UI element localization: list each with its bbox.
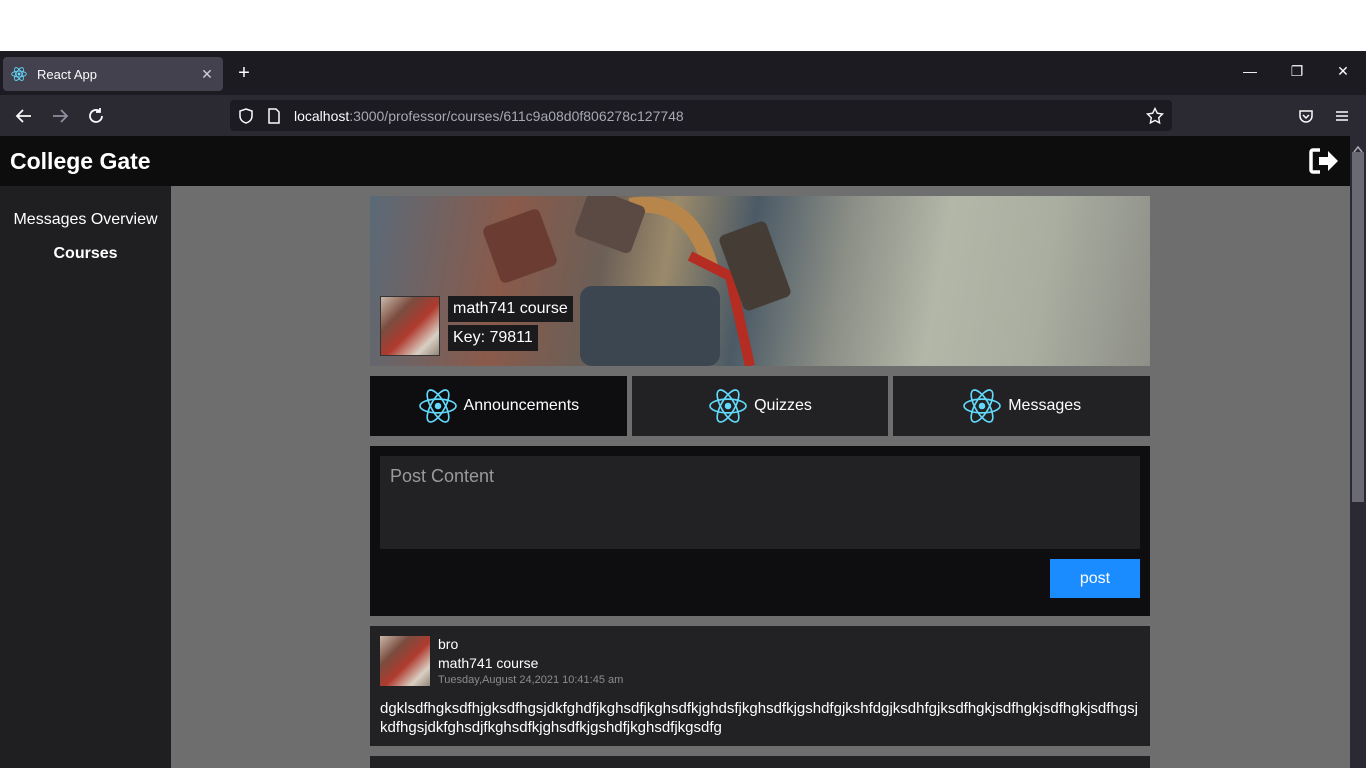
react-icon bbox=[11, 66, 27, 82]
react-icon bbox=[708, 388, 748, 424]
restore-icon[interactable]: ❐ bbox=[1287, 63, 1307, 80]
page-icon[interactable] bbox=[266, 107, 282, 124]
back-arrow-icon[interactable] bbox=[13, 105, 35, 127]
tab-label: Quizzes bbox=[754, 397, 812, 414]
close-icon[interactable]: ✕ bbox=[199, 66, 215, 83]
sidebar-item-courses[interactable]: Courses bbox=[0, 237, 171, 271]
page-scrollbar[interactable] bbox=[1350, 136, 1366, 768]
browser-nav-bar: localhost:3000/professor/courses/611c9a0… bbox=[0, 95, 1366, 136]
minimize-icon[interactable]: — bbox=[1240, 63, 1260, 79]
course-banner-image: math741 course Key: 79811 bbox=[370, 196, 1150, 366]
tab-messages[interactable]: Messages bbox=[893, 376, 1151, 436]
url-host: localhost bbox=[294, 107, 350, 124]
reload-icon[interactable] bbox=[85, 105, 107, 127]
app-header: College Gate bbox=[0, 136, 1350, 186]
course-key: Key: 79811 bbox=[448, 325, 538, 351]
course-name: math741 course bbox=[448, 296, 573, 322]
window-close-icon[interactable]: ✕ bbox=[1333, 63, 1353, 80]
url-bar[interactable]: localhost:3000/professor/courses/611c9a0… bbox=[230, 100, 1172, 131]
post-body: dgklsdfhgksdfhjgksdfhgsjdkfghdfjkghsdfjk… bbox=[380, 700, 1138, 736]
logout-icon[interactable] bbox=[1308, 147, 1340, 175]
post-composer: post bbox=[370, 446, 1150, 616]
forward-arrow-icon[interactable] bbox=[49, 105, 71, 127]
sidebar-item-messages-overview[interactable]: Messages Overview bbox=[0, 203, 171, 237]
main-content: math741 course Key: 79811 Announcements … bbox=[171, 186, 1350, 768]
avatar bbox=[380, 636, 430, 686]
top-blank-area bbox=[0, 0, 1366, 51]
browser-tab-bar: React App ✕ + — ❐ ✕ bbox=[0, 51, 1366, 95]
bookmark-star-icon[interactable] bbox=[1146, 106, 1164, 125]
scroll-up-icon[interactable] bbox=[1353, 140, 1363, 153]
react-icon bbox=[418, 388, 458, 424]
tab-label: Announcements bbox=[463, 397, 580, 414]
post-author: bro bbox=[438, 636, 459, 652]
react-icon bbox=[962, 388, 1002, 424]
tab-label: Messages bbox=[1008, 397, 1082, 414]
shield-icon[interactable] bbox=[238, 107, 254, 124]
browser-tab[interactable]: React App ✕ bbox=[3, 57, 223, 91]
menu-icon[interactable] bbox=[1331, 105, 1353, 127]
new-tab-button[interactable]: + bbox=[234, 63, 254, 83]
pocket-icon[interactable] bbox=[1295, 105, 1317, 127]
tab-announcements[interactable]: Announcements bbox=[370, 376, 627, 436]
announcement-post: bro math741 course Tuesday,August 24,202… bbox=[370, 626, 1150, 746]
course-thumbnail bbox=[380, 296, 440, 356]
announcement-post-partial bbox=[370, 756, 1150, 768]
url-path: :3000/professor/courses/611c9a08d0f80627… bbox=[349, 107, 684, 124]
sidebar: Messages Overview Courses bbox=[0, 186, 171, 768]
app-title: College Gate bbox=[10, 148, 151, 174]
tab-quizzes[interactable]: Quizzes bbox=[631, 376, 889, 436]
post-course: math741 course bbox=[438, 655, 539, 671]
post-content-input[interactable] bbox=[380, 456, 1140, 549]
post-date: Tuesday,August 24,2021 10:41:45 am bbox=[438, 674, 624, 686]
tab-title: React App bbox=[37, 66, 97, 82]
post-button[interactable]: post bbox=[1050, 559, 1140, 598]
course-tabs: Announcements Quizzes Messages bbox=[370, 376, 1151, 436]
scrollbar-thumb[interactable] bbox=[1352, 152, 1364, 502]
